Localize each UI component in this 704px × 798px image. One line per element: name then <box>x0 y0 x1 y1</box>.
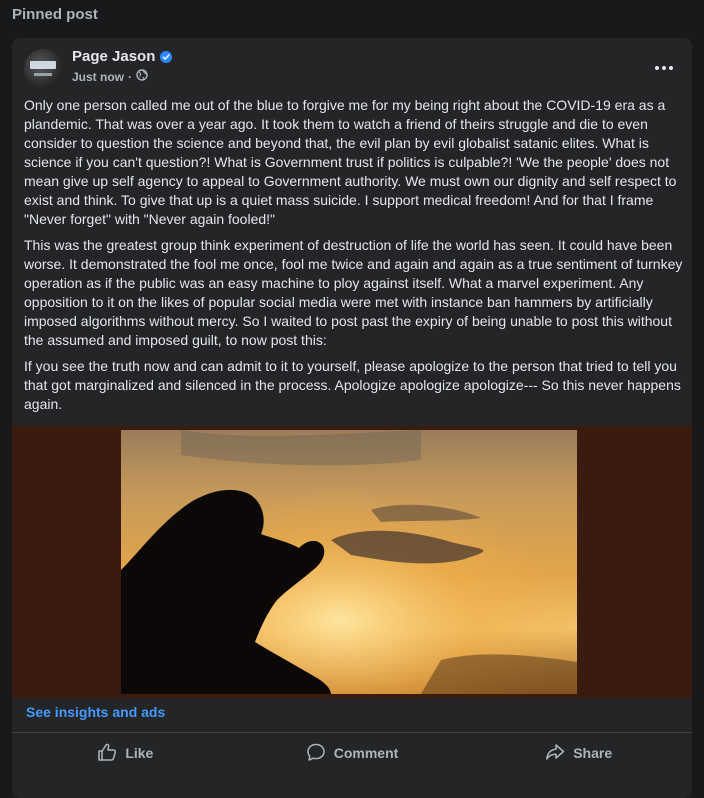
like-button[interactable]: Like <box>12 733 239 773</box>
comment-bubble-icon <box>306 742 326 765</box>
post-meta: Just now · <box>72 69 148 84</box>
post-paragraph: Only one person called me out of the blu… <box>24 97 677 227</box>
share-arrow-icon <box>545 742 565 765</box>
post-paragraph: This was the greatest group think experi… <box>24 237 683 348</box>
avatar[interactable] <box>24 49 64 89</box>
more-dot <box>669 66 673 70</box>
avatar-strip-secondary <box>34 73 52 76</box>
see-insights-link[interactable]: See insights and ads <box>26 704 165 720</box>
post-header: Page Jason Just now · <box>12 38 692 96</box>
comment-button[interactable]: Comment <box>239 733 466 773</box>
timestamp[interactable]: Just now <box>72 70 124 84</box>
share-label: Share <box>573 745 613 761</box>
post-image[interactable] <box>12 426 692 698</box>
thumbs-up-icon <box>97 742 117 765</box>
more-dot <box>662 66 666 70</box>
avatar-strip <box>30 61 56 69</box>
post-text: Only one person called me out of the blu… <box>24 96 684 421</box>
post-actions: Like Comment Share <box>12 733 692 773</box>
sunset-prayer-photo[interactable] <box>121 430 577 694</box>
meta-separator: · <box>128 69 133 84</box>
silhouette-illustration <box>121 430 577 694</box>
author-name-text[interactable]: Page Jason <box>72 48 155 65</box>
author-name[interactable]: Page Jason <box>72 48 173 65</box>
comment-label: Comment <box>333 745 399 761</box>
globe-icon <box>136 69 148 84</box>
section-label: Pinned post <box>12 6 98 23</box>
verified-badge-icon <box>160 50 173 63</box>
more-options-icon[interactable] <box>652 58 676 78</box>
post-paragraph: If you see the truth now and can admit t… <box>24 358 681 412</box>
post-card: Page Jason Just now · Only one person ca… <box>12 38 692 798</box>
like-label: Like <box>125 745 154 761</box>
share-button[interactable]: Share <box>465 733 692 773</box>
more-dot <box>655 66 659 70</box>
